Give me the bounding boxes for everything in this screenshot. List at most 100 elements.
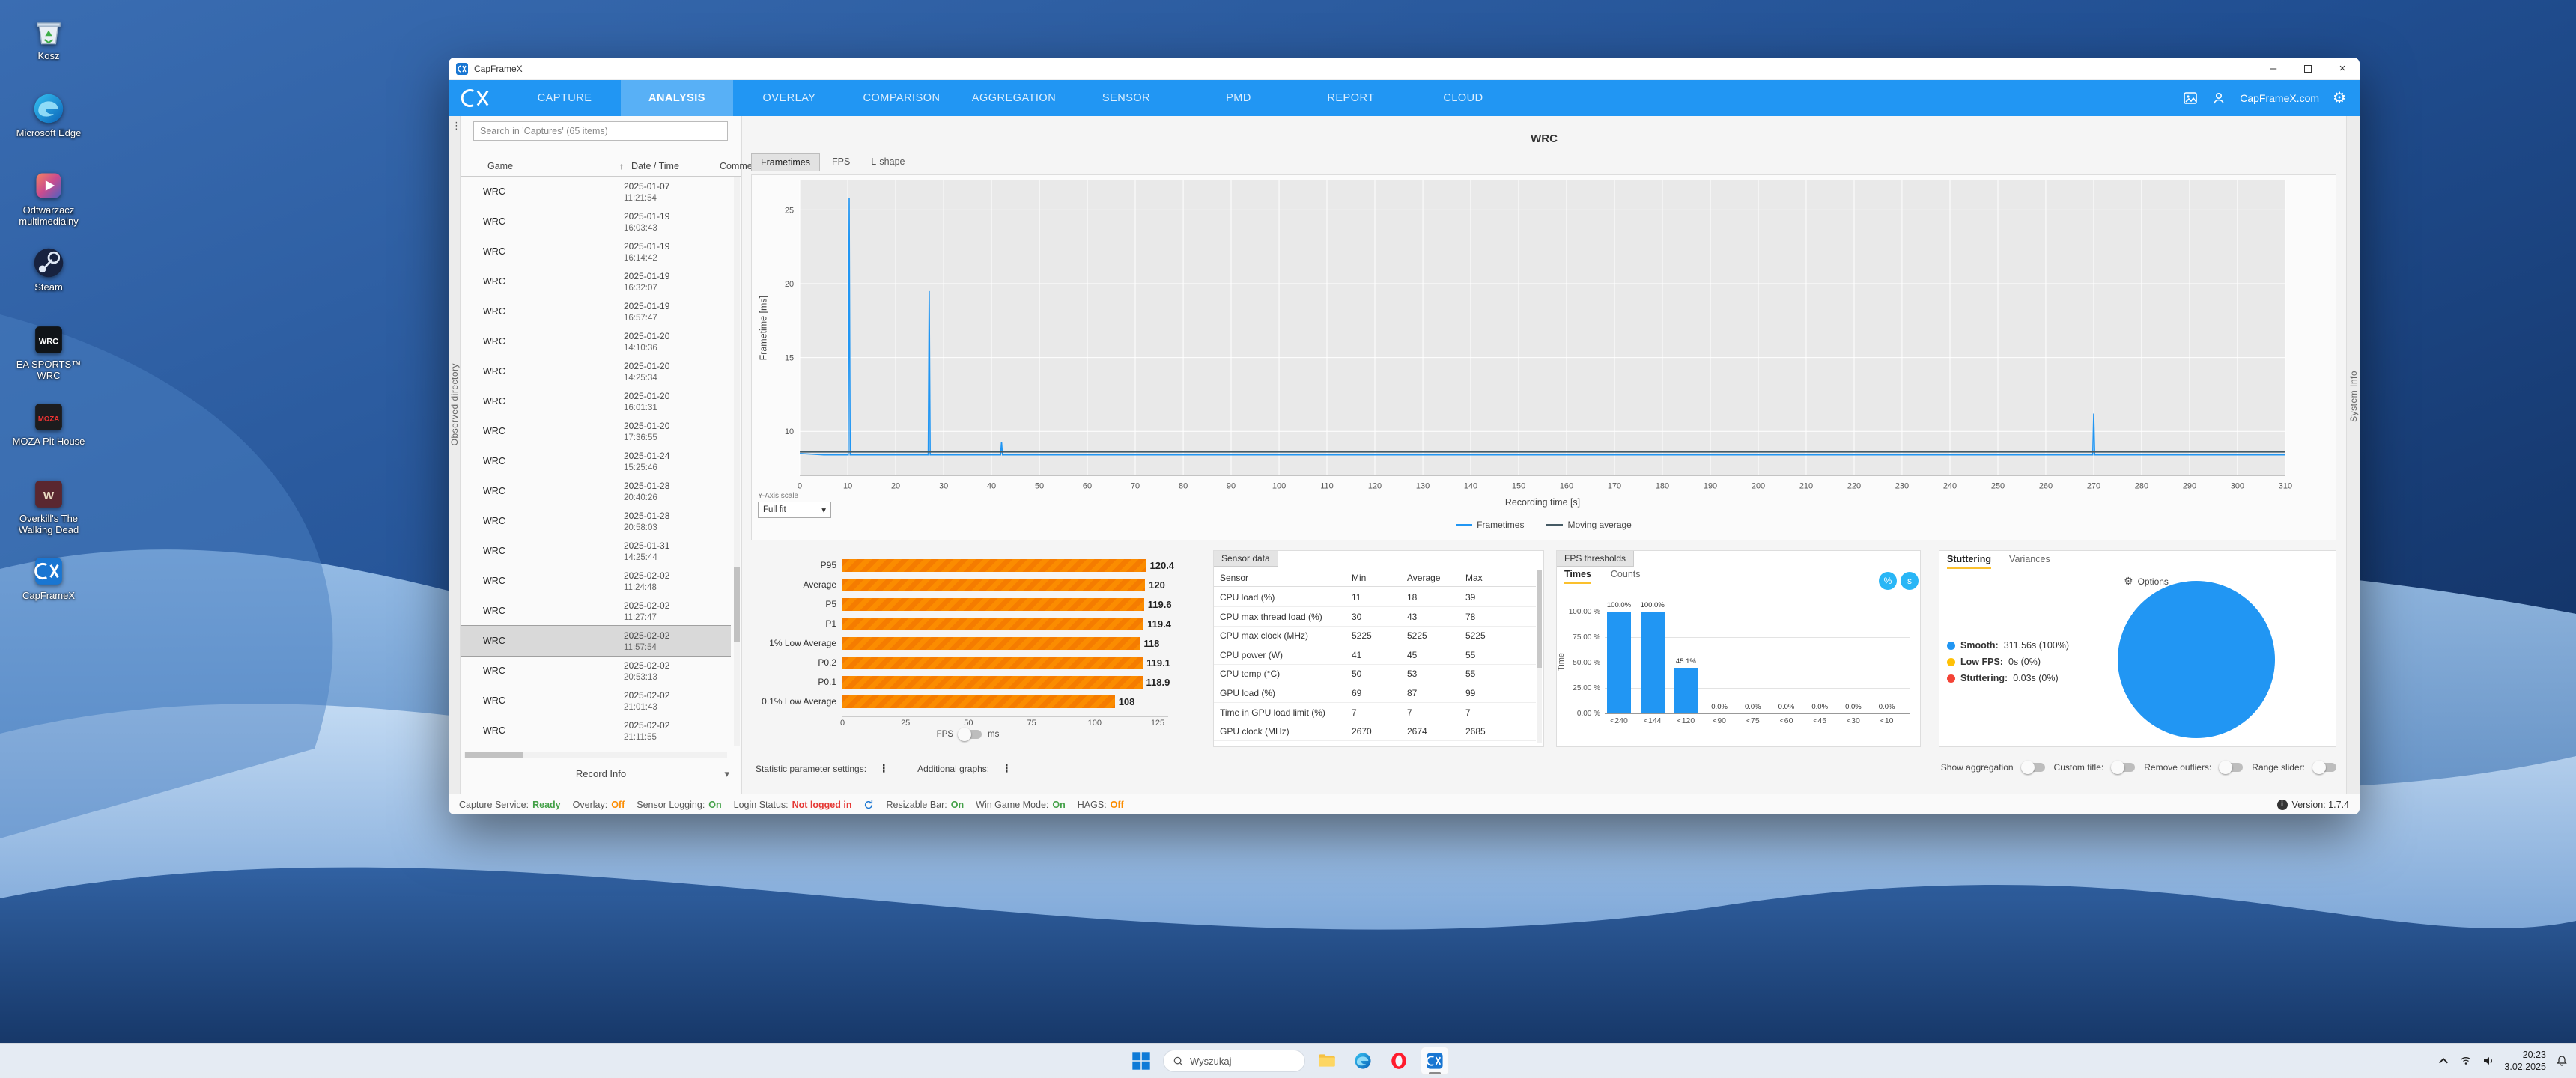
desktop-icon-game[interactable]: WOverkill's The Walking Dead [7, 478, 90, 536]
directory-menu-icon[interactable]: ⋮ [452, 120, 461, 132]
additional-graphs-menu-icon[interactable]: ⋮ [997, 762, 1016, 775]
legend-dot [1947, 658, 1955, 666]
desktop-icon-steam[interactable]: Steam [7, 246, 90, 293]
record-row[interactable]: WRC2025-02-0211:24:48 [461, 566, 731, 596]
remove-outliers-toggle[interactable] [2220, 763, 2243, 772]
start-button[interactable] [1127, 1047, 1155, 1075]
record-row[interactable]: WRC2025-01-0711:21:54 [461, 177, 731, 207]
record-row[interactable]: WRC2025-02-0211:27:47 [461, 596, 731, 626]
record-row[interactable]: WRC2025-01-1916:14:42 [461, 237, 731, 267]
record-row[interactable]: WRC2025-01-1916:57:47 [461, 296, 731, 326]
opera-browser-icon[interactable] [1385, 1047, 1413, 1075]
record-row[interactable]: WRC2025-01-2014:10:36 [461, 326, 731, 356]
notifications-bell-icon[interactable] [2555, 1054, 2569, 1068]
axis-tick: 50 [958, 719, 979, 728]
record-row[interactable]: WRC2025-01-2820:58:03 [461, 506, 731, 536]
range-slider-toggle[interactable] [2314, 763, 2336, 772]
nav-tab-cloud[interactable]: CLOUD [1407, 80, 1519, 116]
scrollbar-thumb[interactable] [465, 752, 523, 758]
record-row[interactable]: WRC2025-01-2017:36:55 [461, 416, 731, 446]
stutter-options-button[interactable]: ⚙ Options [2124, 575, 2169, 588]
statistic-settings-menu-icon[interactable]: ⋮ [874, 762, 893, 775]
nav-tab-report[interactable]: REPORT [1295, 80, 1407, 116]
search-input[interactable] [473, 121, 728, 141]
desktop-icon-edge[interactable]: Microsoft Edge [7, 92, 90, 139]
capframex-site-link[interactable]: CapFrameX.com [2240, 92, 2319, 104]
record-row[interactable]: WRC2025-02-0221:11:55 [461, 716, 731, 746]
seconds-toggle-button[interactable]: s [1901, 572, 1919, 590]
list-vertical-scrollbar[interactable] [734, 177, 740, 746]
sort-arrow-icon[interactable]: ↑ [619, 161, 624, 171]
record-row[interactable]: WRC2025-01-2014:25:34 [461, 356, 731, 386]
legend-dot [1947, 674, 1955, 683]
sensor-name: CPU max thread load (%) [1220, 612, 1322, 622]
sensor-row: Time in GPU load limit (%)777 [1214, 704, 1536, 722]
screenshot-icon[interactable] [2183, 91, 2198, 106]
sensor-scrollbar[interactable] [1537, 570, 1542, 743]
maximize-button[interactable] [2291, 58, 2325, 79]
file-explorer-icon[interactable] [1313, 1047, 1341, 1075]
record-row[interactable]: WRC2025-01-3114:25:44 [461, 536, 731, 566]
settings-gear-icon[interactable]: ⚙ [2333, 91, 2346, 106]
list-horizontal-scrollbar[interactable] [464, 752, 727, 758]
refresh-icon[interactable] [863, 800, 874, 810]
record-info-expander[interactable]: Record Info ▾ [461, 761, 741, 794]
nav-tab-overlay[interactable]: OVERLAY [733, 80, 845, 116]
desktop-icon-moza[interactable]: MOZAMOZA Pit House [7, 401, 90, 448]
login-icon[interactable] [2211, 91, 2226, 106]
record-row[interactable]: WRC2025-02-0220:53:13 [461, 656, 731, 686]
fps-ms-toggle[interactable] [959, 730, 982, 739]
record-row[interactable]: WRC2025-01-2415:25:46 [461, 446, 731, 476]
percent-toggle-button[interactable]: % [1879, 572, 1897, 590]
chart-tab-fps[interactable]: FPS [823, 153, 859, 171]
threshold-column: 45.1%<120 [1669, 612, 1702, 713]
desktop-icon-wrc[interactable]: WRCEA SPORTS™ WRC [7, 323, 90, 382]
desktop-icon-media-player[interactable]: Odtwarzacz multimedialny [7, 169, 90, 228]
column-game[interactable]: Game [487, 161, 513, 171]
nav-tab-analysis[interactable]: ANALYSIS [621, 80, 733, 116]
record-list-header[interactable]: Game ↑ Date / Time Comment [461, 156, 741, 177]
record-row[interactable]: WRC2025-02-0221:01:43 [461, 686, 731, 716]
window-titlebar[interactable]: CapFrameX – × [449, 58, 2360, 80]
record-row[interactable]: WRC2025-02-0211:57:54 [461, 626, 731, 656]
show-aggregation-toggle[interactable] [2023, 763, 2045, 772]
capframex-taskbar-icon[interactable] [1421, 1047, 1449, 1075]
record-row[interactable]: WRC2025-01-2820:40:26 [461, 476, 731, 506]
scrollbar-thumb[interactable] [734, 567, 740, 642]
column-datetime[interactable]: Date / Time [631, 161, 679, 171]
close-button[interactable]: × [2325, 58, 2360, 79]
chart-tab-frametimes[interactable]: Frametimes [751, 153, 820, 171]
scrollbar-thumb[interactable] [1537, 570, 1542, 668]
system-info-label[interactable]: System Info [2348, 371, 2359, 422]
wifi-icon[interactable] [2459, 1054, 2473, 1068]
taskbar-clock[interactable]: 20:23 3.02.2025 [2504, 1049, 2546, 1074]
threshold-value: 45.1% [1666, 657, 1705, 666]
stutter-tab-stuttering[interactable]: Stuttering [1947, 554, 1991, 569]
desktop-icon-recycle-bin[interactable]: Kosz [7, 15, 90, 62]
minimize-button[interactable]: – [2256, 58, 2291, 79]
edge-browser-icon[interactable] [1349, 1047, 1377, 1075]
chart-tab-l-shape[interactable]: L-shape [862, 153, 914, 171]
desktop-icon-capframex[interactable]: CapFrameX [7, 555, 90, 602]
thresholds-tab-times[interactable]: Times [1564, 569, 1591, 584]
stutter-tab-variances[interactable]: Variances [2009, 554, 2050, 569]
unit-fps-label: FPS [937, 730, 953, 739]
status-label: Capture Service: [459, 800, 529, 810]
record-row[interactable]: WRC2025-01-1916:32:07 [461, 267, 731, 296]
custom-title-toggle[interactable] [2112, 763, 2135, 772]
stutter-pie-chart [2118, 581, 2275, 738]
record-datetime: 2025-01-2017:36:55 [624, 421, 669, 444]
taskbar-search[interactable]: Wyszukaj [1163, 1050, 1305, 1072]
yaxis-scale-select[interactable]: Full fit ▾ [758, 502, 831, 518]
volume-icon[interactable] [2482, 1054, 2495, 1068]
thresholds-tab-counts[interactable]: Counts [1611, 569, 1641, 584]
record-row[interactable]: WRC2025-01-2016:01:31 [461, 386, 731, 416]
tray-chevron-up-icon[interactable] [2437, 1054, 2450, 1068]
nav-tab-pmd[interactable]: PMD [1182, 80, 1295, 116]
observed-directory-label[interactable]: Observed directory [449, 363, 460, 445]
nav-tab-comparison[interactable]: COMPARISON [845, 80, 958, 116]
nav-tab-aggregation[interactable]: AGGREGATION [958, 80, 1070, 116]
nav-tab-sensor[interactable]: SENSOR [1070, 80, 1182, 116]
record-row[interactable]: WRC2025-01-1916:03:43 [461, 207, 731, 237]
nav-tab-capture[interactable]: CAPTURE [508, 80, 621, 116]
